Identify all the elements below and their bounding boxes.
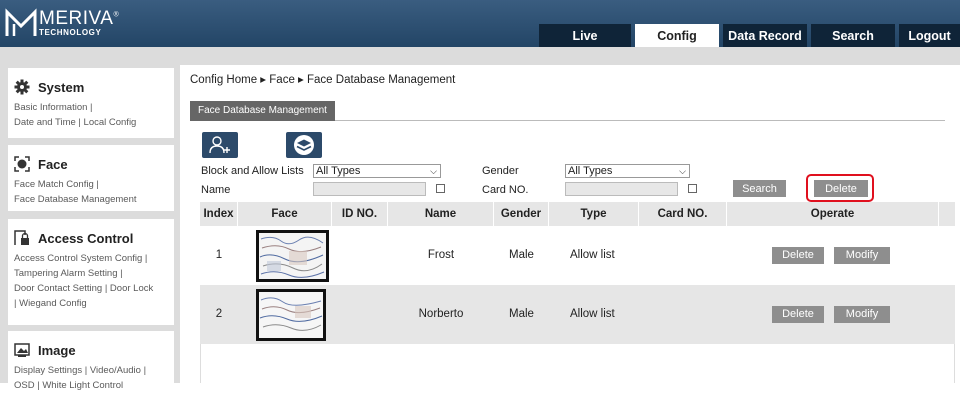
face-thumbnail-image bbox=[259, 233, 326, 279]
column-header: ID NO. bbox=[332, 202, 388, 226]
row-name: Frost bbox=[427, 249, 455, 261]
row-id-no bbox=[332, 285, 388, 344]
card-no-input[interactable] bbox=[565, 182, 678, 196]
row-index: 1 bbox=[215, 249, 223, 261]
sidebar-link[interactable]: Access Control System Config | bbox=[14, 251, 169, 266]
logo-name: MERIVA bbox=[39, 8, 114, 29]
card-no-checkbox[interactable] bbox=[688, 184, 697, 193]
row-gender: Male bbox=[509, 249, 534, 261]
sidebar-section-system: System Basic Information | Date and Time… bbox=[8, 68, 174, 138]
sidebar-link[interactable]: Face Match Config | bbox=[14, 177, 169, 192]
main-nav-tabs: Live Config Data Record Search Logout bbox=[539, 24, 960, 47]
logo-subtitle: TECHNOLOGY bbox=[39, 28, 102, 37]
row-type: Allow list bbox=[570, 308, 615, 320]
tab-logout[interactable]: Logout bbox=[899, 24, 960, 47]
highlight-box bbox=[806, 174, 874, 202]
sidebar-link[interactable]: Basic Information | bbox=[14, 100, 169, 115]
sidebar-head-image[interactable]: Image bbox=[14, 337, 169, 363]
sidebar-section-access-control: Access Control Access Control System Con… bbox=[8, 219, 174, 325]
row-delete-button[interactable]: Delete bbox=[772, 247, 824, 264]
block-allow-select[interactable]: All Types ⌵ bbox=[313, 164, 441, 178]
layers-icon bbox=[294, 135, 314, 155]
sidebar-link[interactable]: OSD | White Light Control bbox=[14, 378, 169, 393]
block-allow-select-value: All Types bbox=[316, 165, 361, 177]
table-row: 2 Norberto Male Allow list Delete Modify bbox=[200, 285, 955, 344]
table-header: Index Face ID NO. Name Gender Type Card … bbox=[200, 202, 955, 226]
batch-import-button[interactable] bbox=[286, 132, 322, 158]
face-scan-icon bbox=[14, 156, 30, 172]
logo-trademark: ® bbox=[113, 11, 120, 19]
tab-live[interactable]: Live bbox=[539, 24, 631, 47]
column-header: Index bbox=[200, 202, 238, 226]
sidebar-section-image: Image Display Settings | Video/Audio | O… bbox=[8, 331, 174, 391]
tab-config[interactable]: Config bbox=[635, 24, 719, 47]
column-header: Gender bbox=[494, 202, 549, 226]
row-gender: Male bbox=[509, 308, 534, 320]
row-id-no bbox=[332, 226, 388, 285]
meriva-logo-mark-icon bbox=[5, 8, 37, 36]
chevron-down-icon: ⌵ bbox=[679, 166, 686, 176]
search-button[interactable]: Search bbox=[733, 180, 786, 197]
sidebar-title-access-control: Access Control bbox=[38, 230, 134, 246]
row-name: Norberto bbox=[418, 308, 464, 320]
gender-select-value: All Types bbox=[568, 165, 613, 177]
table-row: 1 Frost Male Allow list Delete Modify bbox=[200, 226, 955, 285]
sidebar-link[interactable]: Face Database Management bbox=[14, 192, 169, 207]
sidebar-link[interactable]: Door Contact Setting | Door Lock bbox=[14, 281, 169, 296]
gear-icon bbox=[14, 79, 30, 95]
row-card-no bbox=[639, 226, 727, 285]
top-bar: MERIVA® TECHNOLOGY Live Config Data Reco… bbox=[0, 0, 960, 47]
door-lock-icon bbox=[14, 230, 29, 245]
add-face-button[interactable] bbox=[202, 132, 238, 158]
add-user-icon bbox=[209, 136, 230, 154]
card-no-label: Card NO. bbox=[482, 184, 529, 196]
tab-face-database-management[interactable]: Face Database Management bbox=[190, 101, 335, 121]
sidebar: System Basic Information | Date and Time… bbox=[0, 47, 180, 391]
chevron-down-icon: ⌵ bbox=[430, 166, 437, 176]
sidebar-head-system[interactable]: System bbox=[14, 74, 169, 100]
main-panel: Config Home ▸ Face ▸ Face Database Manag… bbox=[180, 47, 960, 383]
tab-data-record[interactable]: Data Record bbox=[723, 24, 807, 47]
logo: MERIVA® TECHNOLOGY bbox=[5, 7, 119, 39]
column-header: Operate bbox=[727, 202, 939, 226]
gender-select[interactable]: All Types ⌵ bbox=[565, 164, 690, 178]
sidebar-section-face: Face Face Match Config | Face Database M… bbox=[8, 145, 174, 211]
sidebar-title-face: Face bbox=[38, 156, 68, 172]
face-thumbnail-image bbox=[259, 292, 323, 338]
name-fuzzy-checkbox[interactable] bbox=[436, 184, 445, 193]
name-input[interactable] bbox=[313, 182, 426, 196]
sidebar-link[interactable]: Display Settings | Video/Audio | bbox=[14, 363, 169, 378]
tab-search[interactable]: Search bbox=[811, 24, 895, 47]
row-type: Allow list bbox=[570, 249, 615, 261]
block-allow-label: Block and Allow Lists bbox=[201, 165, 304, 177]
row-index: 2 bbox=[215, 308, 223, 320]
breadcrumb: Config Home ▸ Face ▸ Face Database Manag… bbox=[190, 74, 456, 86]
sidebar-link[interactable]: Date and Time | Local Config bbox=[14, 115, 169, 130]
column-header: Name bbox=[388, 202, 494, 226]
row-card-no bbox=[639, 285, 727, 344]
name-label: Name bbox=[201, 184, 231, 196]
sidebar-link[interactable]: | Wiegand Config bbox=[14, 296, 169, 311]
gender-label: Gender bbox=[482, 165, 519, 177]
face-thumbnail[interactable] bbox=[256, 289, 326, 341]
face-thumbnail[interactable] bbox=[256, 230, 329, 282]
sidebar-head-face[interactable]: Face bbox=[14, 151, 169, 177]
column-header: Card NO. bbox=[639, 202, 727, 226]
row-delete-button[interactable]: Delete bbox=[772, 306, 824, 323]
sidebar-head-access-control[interactable]: Access Control bbox=[14, 225, 169, 251]
row-modify-button[interactable]: Modify bbox=[834, 247, 890, 264]
column-header: Face bbox=[238, 202, 332, 226]
sidebar-title-image: Image bbox=[38, 342, 76, 358]
sidebar-title-system: System bbox=[38, 79, 85, 95]
column-header: Type bbox=[549, 202, 639, 226]
row-modify-button[interactable]: Modify bbox=[834, 306, 890, 323]
image-icon bbox=[14, 343, 30, 357]
sidebar-link[interactable]: Tampering Alarm Setting | bbox=[14, 266, 169, 281]
